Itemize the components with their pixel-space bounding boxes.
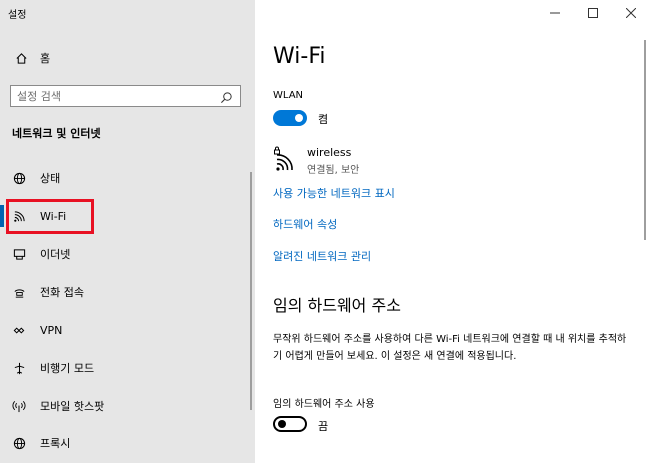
network-status: 연결됨, 보안: [307, 165, 360, 176]
toggle-knob: [295, 114, 303, 122]
ethernet-icon: [12, 247, 26, 261]
home-icon: [14, 51, 28, 65]
secured-wifi-icon: [273, 146, 299, 172]
app-title: 설정: [8, 10, 27, 21]
minimize-icon: [550, 12, 560, 14]
connected-network[interactable]: wireless 연결됨, 보안: [273, 146, 359, 176]
sidebar: 설정 홈 설정 검색 네트워크 및 인터넷 상태 Wi-Fi 이더넷 전화 접속…: [0, 0, 255, 463]
page-title: Wi-Fi: [273, 44, 326, 69]
random-address-description: 무작위 하드웨어 주소를 사용하여 다른 Wi-Fi 네트워크에 연결할 때 내…: [273, 334, 627, 362]
airplane-icon: [12, 361, 26, 375]
search-placeholder: 설정 검색: [17, 90, 61, 103]
sidebar-item-label: 전화 접속: [40, 286, 84, 299]
search-input[interactable]: 설정 검색: [10, 85, 241, 107]
proxy-globe-icon: [12, 436, 26, 450]
maximize-button[interactable]: [574, 0, 612, 26]
hardware-properties-link[interactable]: 하드웨어 속성: [273, 216, 337, 232]
sidebar-item-dialup[interactable]: 전화 접속: [0, 277, 250, 307]
wlan-state: 켬: [318, 113, 329, 126]
random-address-toggle[interactable]: [273, 416, 307, 432]
sidebar-item-label: VPN: [40, 323, 63, 337]
sidebar-item-label: 프록시: [40, 437, 71, 450]
sidebar-item-label: 이더넷: [40, 248, 71, 261]
search-icon[interactable]: [220, 89, 234, 104]
sidebar-item-status[interactable]: 상태: [0, 163, 250, 193]
sidebar-item-airplane[interactable]: 비행기 모드: [0, 353, 250, 383]
hotspot-icon: [12, 399, 26, 413]
section-title: 네트워크 및 인터넷: [12, 127, 101, 140]
network-name: wireless: [307, 146, 352, 159]
sidebar-item-label: 상태: [40, 172, 61, 185]
show-available-networks-link[interactable]: 사용 가능한 네트워크 표시: [273, 185, 395, 201]
content-scrollbar[interactable]: [644, 40, 646, 240]
sidebar-item-hotspot[interactable]: 모바일 핫스팟: [0, 391, 250, 421]
random-address-heading: 임의 하드웨어 주소: [273, 296, 401, 315]
manage-known-networks-link[interactable]: 알려진 네트워크 관리: [273, 248, 371, 264]
window-controls: [536, 0, 650, 28]
close-icon: [626, 8, 636, 18]
sidebar-scrollbar[interactable]: [250, 172, 252, 410]
sidebar-item-ethernet[interactable]: 이더넷: [0, 239, 250, 269]
toggle-knob: [278, 420, 286, 428]
maximize-icon: [588, 8, 598, 18]
random-address-label: 임의 하드웨어 주소 사용: [273, 399, 375, 410]
active-indicator: [0, 205, 4, 227]
close-button[interactable]: [612, 0, 650, 26]
wifi-highlight-box: [6, 199, 94, 234]
sidebar-item-vpn[interactable]: VPN: [0, 315, 250, 345]
wlan-label: WLAN: [273, 90, 304, 101]
globe-icon: [12, 171, 26, 185]
main-content: Wi-Fi WLAN 켬 wireless 연결됨, 보안 사용 가능한 네트워…: [255, 0, 650, 463]
random-address-state: 끔: [318, 420, 329, 433]
dialup-icon: [12, 285, 26, 299]
sidebar-item-label: 모바일 핫스팟: [40, 400, 105, 413]
home-label: 홈: [40, 52, 51, 65]
wlan-toggle[interactable]: [273, 110, 307, 126]
vpn-icon: [12, 323, 26, 337]
minimize-button[interactable]: [536, 0, 574, 26]
sidebar-item-proxy[interactable]: 프록시: [0, 428, 250, 458]
home-nav-item[interactable]: 홈: [14, 50, 50, 66]
sidebar-item-label: 비행기 모드: [40, 362, 95, 375]
